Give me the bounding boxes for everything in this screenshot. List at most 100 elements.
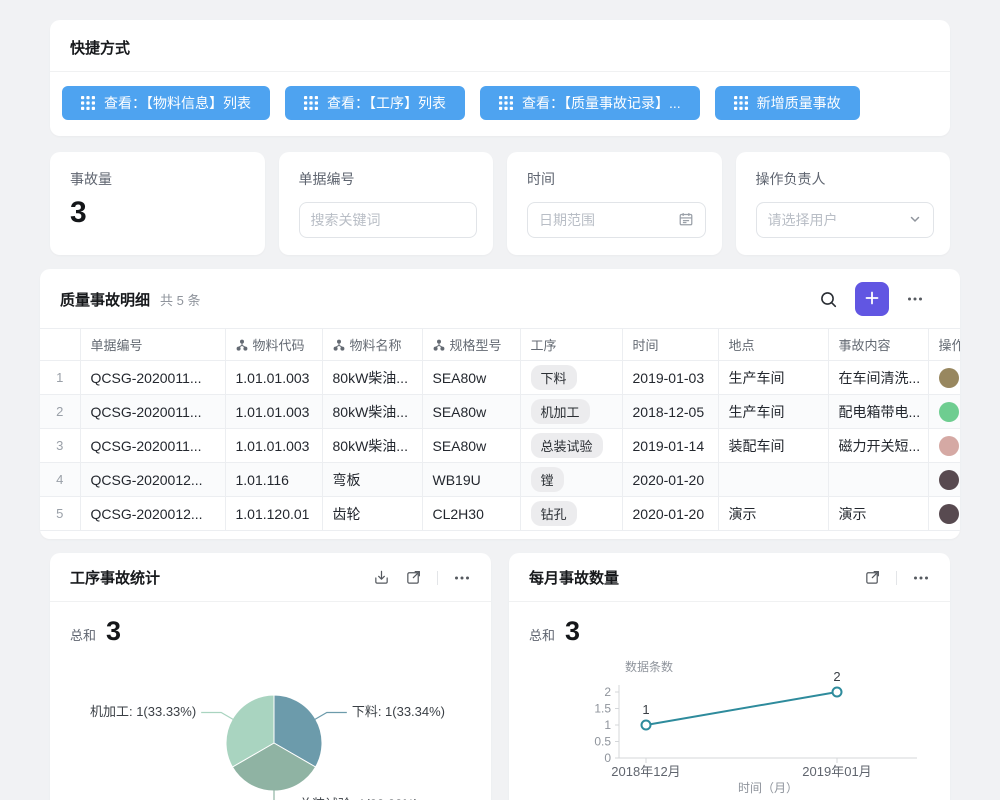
shortcut-button-4[interactable]: 新增质量事故: [715, 86, 860, 120]
doc-no-label: 单据编号: [299, 169, 478, 189]
column-header-num: [40, 329, 80, 361]
table-row[interactable]: 1QCSG-2020011...1.01.01.00380kW柴油...SEA8…: [40, 361, 960, 395]
column-header-label: 事故内容: [839, 335, 891, 354]
row-number: 2: [40, 395, 80, 429]
shortcut-button-3[interactable]: 查看：【质量事故记录】...: [480, 86, 700, 120]
date-range-input[interactable]: 日期范围: [527, 202, 706, 238]
pie-slice-label: 机加工: 1(33.33%): [90, 704, 196, 719]
process-pie-chart: 下料: 1(33.34%)总装试验: 1(33.33%)机加工: 1(33.33…: [70, 659, 472, 800]
pie-slice-label: 总装试验: 1(33.33%): [299, 796, 418, 800]
line-chart-title: 每月事故数量: [529, 567, 619, 588]
cell-doc-no: QCSG-2020012...: [80, 463, 225, 497]
column-header-label: 时间: [633, 335, 659, 354]
more-icon[interactable]: [453, 569, 471, 587]
table-row[interactable]: 3QCSG-2020011...1.01.01.00380kW柴油...SEA8…: [40, 429, 960, 463]
pie-label-line: [274, 790, 294, 800]
relation-icon: [433, 339, 445, 351]
incident-table: 单据编号物料代码物料名称 规格型号工序时间 地点事故内容 操作负责人 1QCSG-20…: [40, 328, 960, 531]
y-tick-label: 1: [604, 718, 611, 732]
time-label: 时间: [527, 169, 706, 189]
row-number: 5: [40, 497, 80, 531]
operator-select[interactable]: 请选择用户: [756, 202, 935, 238]
column-header-5: 工序: [520, 329, 622, 361]
table-row[interactable]: 2QCSG-2020011...1.01.01.00380kW柴油...SEA8…: [40, 395, 960, 429]
column-header-7: 地点: [718, 329, 828, 361]
cell-date: 2019-01-03: [622, 361, 718, 395]
cell-material-name: 80kW柴油...: [322, 429, 422, 463]
column-header-1: 单据编号: [80, 329, 225, 361]
cell-spec: SEA80w: [422, 395, 520, 429]
cell-material-code: 1.01.01.003: [225, 395, 322, 429]
add-record-button[interactable]: [855, 282, 889, 316]
table-title: 质量事故明细: [60, 289, 150, 310]
column-header-2: 物料代码: [225, 329, 322, 361]
shortcut-button-label: 新增质量事故: [757, 93, 841, 113]
doc-no-search-input[interactable]: 搜索关键词: [299, 202, 478, 238]
cell-material-code: 1.01.120.01: [225, 497, 322, 531]
column-header-3: 物料名称: [322, 329, 422, 361]
avatar: [939, 436, 959, 456]
divider: [437, 571, 438, 585]
table-row[interactable]: 4QCSG-2020012...1.01.116弯板WB19U镗2020-01-…: [40, 463, 960, 497]
shortcut-button-1[interactable]: 查看：【物料信息】列表: [62, 86, 270, 120]
calendar-icon: [678, 211, 694, 230]
cell-place: 生产车间: [718, 361, 828, 395]
operator-placeholder: 请选择用户: [768, 210, 838, 230]
avatar: [939, 504, 959, 524]
cell-doc-no: QCSG-2020011...: [80, 429, 225, 463]
open-in-new-icon[interactable]: [864, 569, 881, 586]
table-scroll-area[interactable]: 单据编号物料代码物料名称 规格型号工序时间 地点事故内容 操作负责人 1QCSG-20…: [40, 328, 960, 531]
grid-icon: [81, 96, 95, 110]
grid-icon: [734, 96, 748, 110]
export-icon[interactable]: [373, 569, 390, 586]
cell-process: 总装试验: [520, 429, 622, 463]
filter-card-doc-no: 单据编号 搜索关键词: [279, 152, 494, 255]
table-header-bar: 质量事故明细 共 5 条: [40, 269, 960, 328]
cell-content: 在车间清洗...: [828, 361, 928, 395]
data-point-label: 1: [642, 702, 649, 717]
process-tag: 下料: [531, 365, 577, 390]
shortcuts-card: 快捷方式 查看：【物料信息】列表查看：【工序】列表查看：【质量事故记录】...新…: [50, 20, 950, 136]
cell-doc-no: QCSG-2020012...: [80, 497, 225, 531]
search-icon[interactable]: [819, 290, 838, 309]
grid-icon: [499, 96, 513, 110]
cell-operator: [928, 361, 960, 395]
cell-date: 2018-12-05: [622, 395, 718, 429]
cell-date: 2020-01-20: [622, 463, 718, 497]
charts-row: 工序事故统计: [50, 553, 950, 800]
cell-operator: [928, 497, 960, 531]
cell-material-name: 弯板: [322, 463, 422, 497]
column-header-label: 操作负责人: [939, 335, 961, 354]
row-number: 3: [40, 429, 80, 463]
cell-spec: SEA80w: [422, 361, 520, 395]
cell-material-name: 80kW柴油...: [322, 361, 422, 395]
pie-label-line: [315, 713, 347, 720]
data-point: [642, 721, 651, 730]
cell-material-code: 1.01.01.003: [225, 361, 322, 395]
avatar: [939, 470, 959, 490]
table-header-row: 单据编号物料代码物料名称 规格型号工序时间 地点事故内容 操作负责人: [40, 329, 960, 361]
avatar: [939, 368, 959, 388]
cell-process: 机加工: [520, 395, 622, 429]
shortcut-buttons-row: 查看：【物料信息】列表 查看：【工序】列表 查看：【质量事故记录】... 新增质量事故: [50, 72, 950, 136]
filter-row: 事故量 3 单据编号 搜索关键词 时间 日期范围: [50, 152, 950, 255]
open-in-new-icon[interactable]: [405, 569, 422, 586]
cell-process: 钻孔: [520, 497, 622, 531]
shortcut-button-2[interactable]: 查看：【工序】列表: [285, 86, 465, 120]
table-row[interactable]: 5QCSG-2020012...1.01.120.01齿轮CL2H30钻孔202…: [40, 497, 960, 531]
table-body: 1QCSG-2020011...1.01.01.00380kW柴油...SEA8…: [40, 361, 960, 531]
process-tag: 镗: [531, 467, 564, 492]
column-header-label: 规格型号: [450, 335, 502, 354]
cell-material-name: 齿轮: [322, 497, 422, 531]
operator-label: 操作负责人: [756, 169, 935, 189]
more-icon[interactable]: [906, 290, 924, 308]
more-icon[interactable]: [912, 569, 930, 587]
pie-total-row: 总和 3: [70, 616, 471, 647]
table-toolbar: [819, 282, 924, 316]
process-tag: 总装试验: [531, 433, 603, 458]
plus-icon: [864, 290, 880, 309]
chevron-down-icon: [908, 212, 922, 229]
shortcut-button-label: 查看：【工序】列表: [327, 93, 446, 113]
pie-total-label: 总和: [70, 625, 96, 644]
shortcut-button-label: 查看：【质量事故记录】...: [522, 93, 681, 113]
